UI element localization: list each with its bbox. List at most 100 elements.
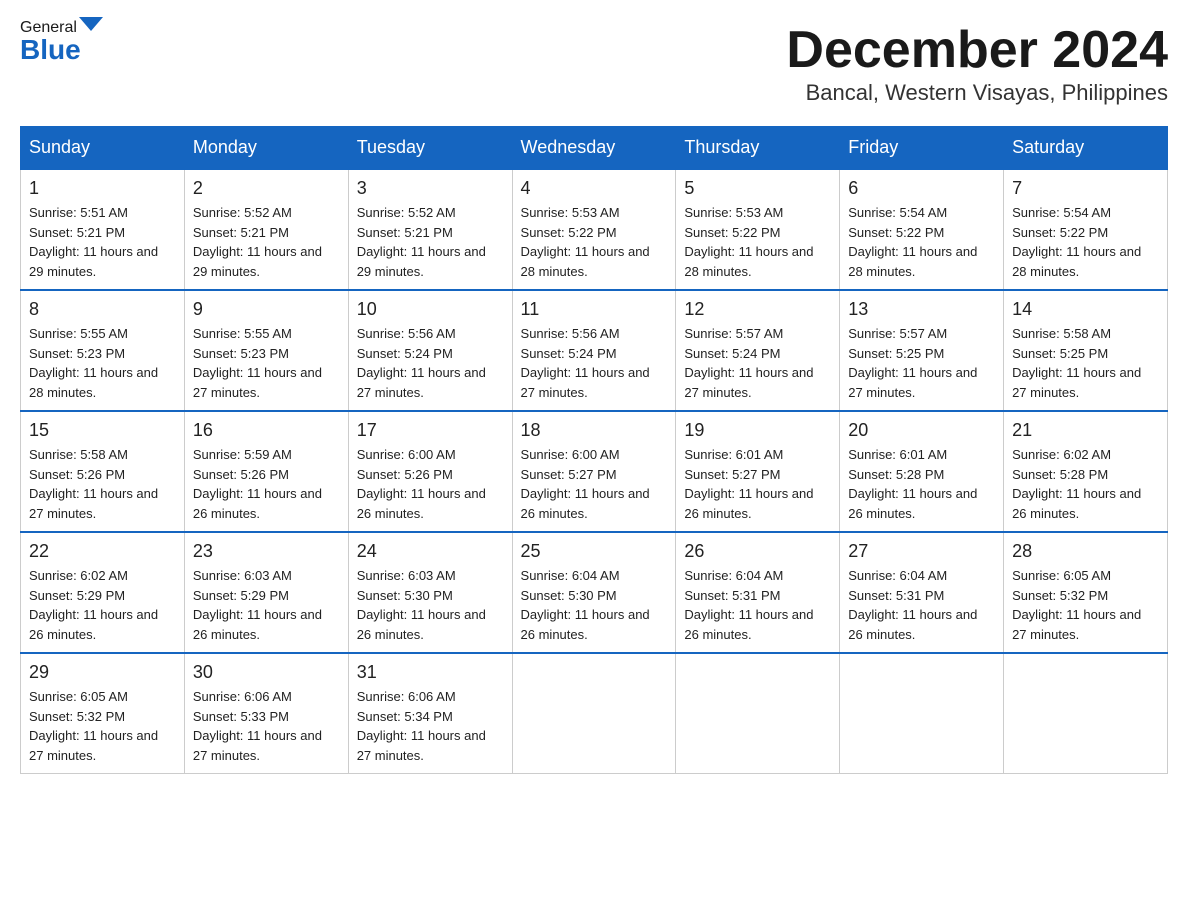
- calendar-cell: 13 Sunrise: 5:57 AM Sunset: 5:25 PM Dayl…: [840, 290, 1004, 411]
- month-title: December 2024: [786, 20, 1168, 80]
- sunset-label: Sunset: 5:32 PM: [29, 709, 125, 724]
- daylight-label: Daylight: 11 hours and 26 minutes.: [193, 607, 322, 642]
- day-number: 24: [357, 541, 504, 562]
- day-info: Sunrise: 5:58 AM Sunset: 5:26 PM Dayligh…: [29, 445, 176, 523]
- sunset-label: Sunset: 5:26 PM: [29, 467, 125, 482]
- day-info: Sunrise: 5:52 AM Sunset: 5:21 PM Dayligh…: [357, 203, 504, 281]
- calendar-cell: 27 Sunrise: 6:04 AM Sunset: 5:31 PM Dayl…: [840, 532, 1004, 653]
- sunset-label: Sunset: 5:22 PM: [521, 225, 617, 240]
- sunrise-label: Sunrise: 6:04 AM: [684, 568, 783, 583]
- day-number: 23: [193, 541, 340, 562]
- logo-triangle-icon: [79, 17, 103, 31]
- calendar-cell: 5 Sunrise: 5:53 AM Sunset: 5:22 PM Dayli…: [676, 169, 840, 290]
- sunset-label: Sunset: 5:26 PM: [193, 467, 289, 482]
- calendar-cell: [1004, 653, 1168, 774]
- sunset-label: Sunset: 5:24 PM: [357, 346, 453, 361]
- sunrise-label: Sunrise: 5:52 AM: [193, 205, 292, 220]
- sunrise-label: Sunrise: 5:52 AM: [357, 205, 456, 220]
- location-text: Bancal, Western Visayas, Philippines: [786, 80, 1168, 106]
- day-info: Sunrise: 6:04 AM Sunset: 5:31 PM Dayligh…: [848, 566, 995, 644]
- day-info: Sunrise: 6:05 AM Sunset: 5:32 PM Dayligh…: [29, 687, 176, 765]
- sunrise-label: Sunrise: 5:51 AM: [29, 205, 128, 220]
- daylight-label: Daylight: 11 hours and 28 minutes.: [1012, 244, 1141, 279]
- calendar-week-row: 22 Sunrise: 6:02 AM Sunset: 5:29 PM Dayl…: [21, 532, 1168, 653]
- daylight-label: Daylight: 11 hours and 26 minutes.: [848, 486, 977, 521]
- sunrise-label: Sunrise: 6:04 AM: [848, 568, 947, 583]
- calendar-cell: 6 Sunrise: 5:54 AM Sunset: 5:22 PM Dayli…: [840, 169, 1004, 290]
- day-number: 8: [29, 299, 176, 320]
- calendar-cell: 21 Sunrise: 6:02 AM Sunset: 5:28 PM Dayl…: [1004, 411, 1168, 532]
- sunset-label: Sunset: 5:22 PM: [1012, 225, 1108, 240]
- sunrise-label: Sunrise: 5:59 AM: [193, 447, 292, 462]
- daylight-label: Daylight: 11 hours and 27 minutes.: [684, 365, 813, 400]
- sunset-label: Sunset: 5:27 PM: [521, 467, 617, 482]
- day-number: 15: [29, 420, 176, 441]
- sunset-label: Sunset: 5:30 PM: [357, 588, 453, 603]
- calendar-cell: 19 Sunrise: 6:01 AM Sunset: 5:27 PM Dayl…: [676, 411, 840, 532]
- sunset-label: Sunset: 5:28 PM: [848, 467, 944, 482]
- day-info: Sunrise: 5:56 AM Sunset: 5:24 PM Dayligh…: [357, 324, 504, 402]
- sunrise-label: Sunrise: 5:56 AM: [521, 326, 620, 341]
- calendar-week-row: 1 Sunrise: 5:51 AM Sunset: 5:21 PM Dayli…: [21, 169, 1168, 290]
- calendar-cell: 20 Sunrise: 6:01 AM Sunset: 5:28 PM Dayl…: [840, 411, 1004, 532]
- sunrise-label: Sunrise: 5:56 AM: [357, 326, 456, 341]
- sunset-label: Sunset: 5:23 PM: [29, 346, 125, 361]
- sunset-label: Sunset: 5:22 PM: [848, 225, 944, 240]
- daylight-label: Daylight: 11 hours and 26 minutes.: [1012, 486, 1141, 521]
- logo-blue-text: Blue: [20, 34, 81, 65]
- sunrise-label: Sunrise: 6:00 AM: [521, 447, 620, 462]
- daylight-label: Daylight: 11 hours and 27 minutes.: [29, 728, 158, 763]
- sunset-label: Sunset: 5:21 PM: [357, 225, 453, 240]
- calendar-cell: 10 Sunrise: 5:56 AM Sunset: 5:24 PM Dayl…: [348, 290, 512, 411]
- sunset-label: Sunset: 5:22 PM: [684, 225, 780, 240]
- sunset-label: Sunset: 5:30 PM: [521, 588, 617, 603]
- sunrise-label: Sunrise: 6:01 AM: [848, 447, 947, 462]
- calendar-cell: 11 Sunrise: 5:56 AM Sunset: 5:24 PM Dayl…: [512, 290, 676, 411]
- daylight-label: Daylight: 11 hours and 27 minutes.: [193, 728, 322, 763]
- column-header-tuesday: Tuesday: [348, 127, 512, 170]
- day-info: Sunrise: 6:00 AM Sunset: 5:26 PM Dayligh…: [357, 445, 504, 523]
- sunrise-label: Sunrise: 5:53 AM: [684, 205, 783, 220]
- daylight-label: Daylight: 11 hours and 27 minutes.: [357, 728, 486, 763]
- sunrise-label: Sunrise: 6:06 AM: [357, 689, 456, 704]
- daylight-label: Daylight: 11 hours and 27 minutes.: [521, 365, 650, 400]
- sunrise-label: Sunrise: 5:58 AM: [29, 447, 128, 462]
- daylight-label: Daylight: 11 hours and 26 minutes.: [684, 607, 813, 642]
- sunset-label: Sunset: 5:24 PM: [684, 346, 780, 361]
- sunrise-label: Sunrise: 5:53 AM: [521, 205, 620, 220]
- day-number: 3: [357, 178, 504, 199]
- daylight-label: Daylight: 11 hours and 27 minutes.: [848, 365, 977, 400]
- daylight-label: Daylight: 11 hours and 29 minutes.: [193, 244, 322, 279]
- sunset-label: Sunset: 5:25 PM: [848, 346, 944, 361]
- day-number: 9: [193, 299, 340, 320]
- daylight-label: Daylight: 11 hours and 28 minutes.: [848, 244, 977, 279]
- sunrise-label: Sunrise: 6:05 AM: [1012, 568, 1111, 583]
- calendar-cell: 31 Sunrise: 6:06 AM Sunset: 5:34 PM Dayl…: [348, 653, 512, 774]
- day-number: 13: [848, 299, 995, 320]
- day-number: 12: [684, 299, 831, 320]
- day-info: Sunrise: 6:05 AM Sunset: 5:32 PM Dayligh…: [1012, 566, 1159, 644]
- daylight-label: Daylight: 11 hours and 27 minutes.: [193, 365, 322, 400]
- day-number: 1: [29, 178, 176, 199]
- day-number: 17: [357, 420, 504, 441]
- calendar-cell: [676, 653, 840, 774]
- calendar-cell: 29 Sunrise: 6:05 AM Sunset: 5:32 PM Dayl…: [21, 653, 185, 774]
- day-number: 22: [29, 541, 176, 562]
- day-number: 20: [848, 420, 995, 441]
- day-info: Sunrise: 5:55 AM Sunset: 5:23 PM Dayligh…: [29, 324, 176, 402]
- day-number: 5: [684, 178, 831, 199]
- day-number: 10: [357, 299, 504, 320]
- day-info: Sunrise: 5:57 AM Sunset: 5:25 PM Dayligh…: [848, 324, 995, 402]
- calendar-cell: [512, 653, 676, 774]
- daylight-label: Daylight: 11 hours and 27 minutes.: [1012, 607, 1141, 642]
- day-number: 18: [521, 420, 668, 441]
- day-info: Sunrise: 6:06 AM Sunset: 5:33 PM Dayligh…: [193, 687, 340, 765]
- day-info: Sunrise: 6:01 AM Sunset: 5:28 PM Dayligh…: [848, 445, 995, 523]
- sunrise-label: Sunrise: 6:03 AM: [357, 568, 456, 583]
- calendar-cell: 2 Sunrise: 5:52 AM Sunset: 5:21 PM Dayli…: [184, 169, 348, 290]
- calendar-cell: 28 Sunrise: 6:05 AM Sunset: 5:32 PM Dayl…: [1004, 532, 1168, 653]
- sunset-label: Sunset: 5:21 PM: [193, 225, 289, 240]
- title-section: December 2024 Bancal, Western Visayas, P…: [786, 20, 1168, 106]
- day-info: Sunrise: 6:02 AM Sunset: 5:28 PM Dayligh…: [1012, 445, 1159, 523]
- sunrise-label: Sunrise: 6:02 AM: [29, 568, 128, 583]
